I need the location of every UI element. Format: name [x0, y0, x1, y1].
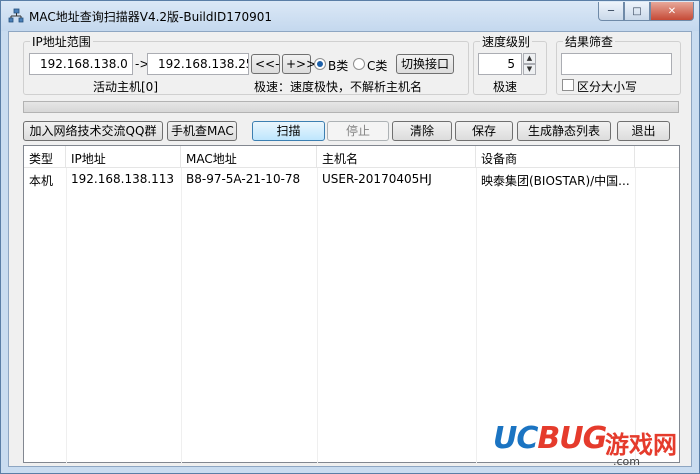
column-divider	[66, 168, 67, 464]
scan-button[interactable]: 扫描	[252, 121, 325, 141]
cell-type: 本机	[29, 174, 54, 188]
case-sensitive-checkbox[interactable]	[562, 79, 574, 91]
speed-title: 速度级别	[480, 33, 533, 50]
watermark-brand-a: UC	[493, 421, 538, 456]
column-divider	[635, 168, 636, 464]
column-header-hostname[interactable]: 主机名	[317, 146, 476, 168]
cell-hostname: USER-20170405HJ	[322, 172, 432, 186]
maximize-icon: □	[632, 5, 642, 17]
watermark-url: .com	[613, 455, 640, 468]
close-button[interactable]: ✕	[650, 2, 694, 21]
save-button[interactable]: 保存	[455, 121, 513, 141]
prev-range-button[interactable]: <<-	[251, 54, 280, 74]
watermark-brand: UCBUG	[493, 421, 607, 456]
switch-interface-button[interactable]: 切换接口	[396, 54, 454, 74]
client-area: IP地址范围 192.168.138.0 -> 192.168.138.255 …	[8, 31, 692, 467]
column-header-ip[interactable]: IP地址	[66, 146, 181, 168]
active-hosts-label: 活动主机[0]	[93, 80, 158, 94]
next-range-button[interactable]: +>>	[282, 54, 316, 74]
column-header-type[interactable]: 类型	[24, 146, 66, 168]
spin-down-icon[interactable]: ▼	[523, 64, 536, 75]
class-c-label: C类	[367, 59, 388, 73]
class-c-radio[interactable]	[353, 58, 365, 70]
end-ip-input[interactable]: 192.168.138.255	[147, 53, 249, 75]
column-divider	[476, 168, 477, 464]
speed-level-input[interactable]: 5	[478, 53, 522, 75]
column-header-vendor[interactable]: 设备商	[476, 146, 635, 168]
column-divider	[181, 168, 182, 464]
cell-ip: 192.168.138.113	[71, 172, 175, 186]
results-table[interactable]: 类型 IP地址 MAC地址 主机名 设备商 本机 192.168.138.113…	[23, 145, 680, 464]
clear-button[interactable]: 清除	[392, 121, 452, 141]
ip-range-title: IP地址范围	[30, 33, 93, 50]
speed-mode-label: 极速	[493, 80, 518, 94]
speed-spinner[interactable]: ▲ ▼	[523, 53, 536, 75]
app-window: MAC地址查询扫描器V4.2版-BuildID170901 ─ □ ✕ IP地址…	[0, 0, 700, 474]
cell-mac: B8-97-5A-21-10-78	[186, 172, 301, 186]
generate-static-list-button[interactable]: 生成静态列表	[517, 121, 611, 141]
column-divider	[317, 168, 318, 464]
speed-note-label: 极速：速度极快，不解析主机名	[254, 80, 423, 94]
window-title: MAC地址查询扫描器V4.2版-BuildID170901	[29, 10, 273, 24]
maximize-button[interactable]: □	[624, 2, 650, 21]
class-b-radio[interactable]	[314, 58, 326, 70]
exit-button[interactable]: 退出	[617, 121, 670, 141]
minimize-icon: ─	[607, 5, 615, 17]
phone-mac-button[interactable]: 手机查MAC	[167, 121, 237, 141]
cell-vendor: 映泰集团(BIOSTAR)/中国...	[481, 174, 630, 188]
title-bar[interactable]: MAC地址查询扫描器V4.2版-BuildID170901 ─ □ ✕	[1, 1, 699, 31]
spin-up-icon[interactable]: ▲	[523, 53, 536, 64]
filter-input[interactable]	[561, 53, 672, 75]
scan-progress-bar	[23, 101, 679, 113]
minimize-button[interactable]: ─	[598, 2, 624, 21]
table-header: 类型 IP地址 MAC地址 主机名 设备商	[24, 146, 679, 168]
network-icon	[8, 8, 24, 23]
join-qq-group-button[interactable]: 加入网络技术交流QQ群	[23, 121, 163, 141]
window-controls: ─ □ ✕	[598, 2, 694, 22]
filter-title: 结果筛查	[563, 33, 616, 50]
close-icon: ✕	[667, 5, 677, 17]
start-ip-input[interactable]: 192.168.138.0	[29, 53, 133, 75]
class-b-label: B类	[328, 59, 349, 73]
case-sensitive-label: 区分大小写	[577, 80, 638, 94]
column-header-mac[interactable]: MAC地址	[181, 146, 317, 168]
watermark-brand-b: BUG	[537, 421, 607, 456]
watermark-logo: UCBUG 游戏网 .com	[493, 421, 693, 469]
stop-button[interactable]: 停止	[327, 121, 389, 141]
table-row[interactable]: 本机 192.168.138.113 B8-97-5A-21-10-78 USE…	[24, 170, 679, 190]
